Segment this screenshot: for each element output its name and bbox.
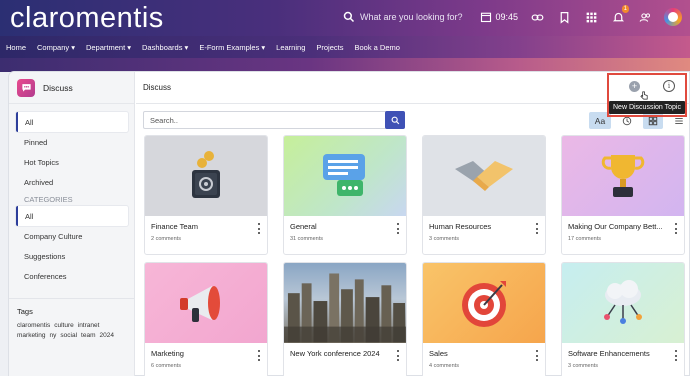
topic-title[interactable]: General xyxy=(290,222,317,231)
topic-card[interactable]: New York conference 2024 xyxy=(283,262,407,376)
global-search[interactable]: What are you looking for? xyxy=(343,11,463,23)
topic-card[interactable]: General 31 comments xyxy=(283,135,407,255)
topic-card[interactable]: Sales 4 comments xyxy=(422,262,546,376)
more-options-icon[interactable] xyxy=(395,350,401,361)
topic-title[interactable]: Finance Team xyxy=(151,222,198,231)
tag-link[interactable]: team xyxy=(81,332,95,339)
bookmark-icon[interactable] xyxy=(556,9,572,25)
sidebar-list: All Pinned Hot Topics Archived CATEGORIE… xyxy=(9,104,134,286)
highlight-box xyxy=(607,73,687,117)
comment-count: 6 comments xyxy=(151,363,181,369)
search-icon xyxy=(391,116,399,124)
topic-search-input[interactable]: Search.. xyxy=(143,111,391,129)
clock[interactable]: 09:45 xyxy=(480,11,518,23)
topic-grid: Finance Team 2 comments General 31 comme… xyxy=(144,135,685,376)
topic-card[interactable]: Software Enhancements 3 comments xyxy=(561,262,685,376)
topic-title[interactable]: Making Our Company Bett... xyxy=(568,222,663,231)
tag-link[interactable]: culture xyxy=(54,322,74,329)
city-skyline-photo xyxy=(284,263,406,343)
tags-section: Tags claromentis culture intranet market… xyxy=(9,298,135,347)
nav-book-demo[interactable]: Book a Demo xyxy=(354,43,399,52)
more-options-icon[interactable] xyxy=(256,223,262,234)
tag-link[interactable]: 2024 xyxy=(100,332,114,339)
calendar-icon xyxy=(481,12,492,23)
cloud-network-icon xyxy=(562,263,684,343)
more-options-icon[interactable] xyxy=(256,350,262,361)
topic-card[interactable]: Making Our Company Bett... 17 comments xyxy=(561,135,685,255)
logo[interactable]: claromentis xyxy=(10,2,164,34)
nav-learning[interactable]: Learning xyxy=(276,43,305,52)
tag-link[interactable]: ny xyxy=(50,332,57,339)
people-icon[interactable] xyxy=(637,9,653,25)
tag-link[interactable]: marketing xyxy=(17,332,46,339)
megaphone-icon xyxy=(145,263,267,343)
comment-count: 3 comments xyxy=(568,363,598,369)
comment-count: 2 comments xyxy=(151,236,181,242)
nav-department[interactable]: Department ▾ xyxy=(86,43,131,52)
chat-bubbles-icon xyxy=(284,136,406,216)
header-actions: 09:45 1 xyxy=(480,5,682,26)
category-all[interactable]: All xyxy=(16,206,128,226)
topic-title[interactable]: Software Enhancements xyxy=(568,349,650,358)
topic-card[interactable]: Finance Team 2 comments xyxy=(144,135,268,255)
category-suggestions[interactable]: Suggestions xyxy=(16,246,128,266)
sidebar-item-all[interactable]: All xyxy=(16,112,128,132)
more-options-icon[interactable] xyxy=(395,223,401,234)
category-company-culture[interactable]: Company Culture xyxy=(16,226,128,246)
target-icon xyxy=(423,263,545,343)
sidebar: Discuss All Pinned Hot Topics Archived C… xyxy=(9,72,135,376)
sidebar-item-archived[interactable]: Archived xyxy=(16,172,128,192)
more-options-icon[interactable] xyxy=(673,223,679,234)
category-conferences[interactable]: Conferences xyxy=(16,266,128,286)
topic-title[interactable]: Marketing xyxy=(151,349,184,358)
sidebar-header: Discuss xyxy=(9,72,134,104)
comment-count: 31 comments xyxy=(290,236,324,242)
tags-title: Tags xyxy=(17,307,33,316)
comment-count: 3 comments xyxy=(429,236,459,242)
comment-count: 4 comments xyxy=(429,363,459,369)
more-options-icon[interactable] xyxy=(534,223,540,234)
categories-label: CATEGORIES xyxy=(24,194,73,204)
handshake-icon xyxy=(423,136,545,216)
tag-link[interactable]: intranet xyxy=(78,322,100,329)
search-button[interactable] xyxy=(385,111,405,129)
topic-title[interactable]: New York conference 2024 xyxy=(290,349,380,358)
discuss-app-icon xyxy=(17,78,35,97)
tag-link[interactable]: social xyxy=(60,332,77,339)
nav-company[interactable]: Company ▾ xyxy=(37,43,75,52)
topic-card[interactable]: Marketing 6 comments xyxy=(144,262,268,376)
nav-eform-examples[interactable]: E-Form Examples ▾ xyxy=(199,43,265,52)
safe-icon xyxy=(145,136,267,216)
nav-home[interactable]: Home xyxy=(6,43,26,52)
tag-link[interactable]: claromentis xyxy=(17,322,50,329)
page-title: Discuss xyxy=(143,83,172,92)
sidebar-app-title: Discuss xyxy=(43,82,73,93)
sidebar-item-hot-topics[interactable]: Hot Topics xyxy=(16,152,128,172)
more-options-icon[interactable] xyxy=(534,350,540,361)
topic-search-placeholder: Search.. xyxy=(150,115,178,125)
discuss-panel: Discuss All Pinned Hot Topics Archived C… xyxy=(8,71,690,376)
topic-title[interactable]: Sales xyxy=(429,349,448,358)
main-nav: Home Company ▾ Department ▾ Dashboards ▾… xyxy=(0,36,690,58)
top-header: claromentis What are you looking for? 09… xyxy=(0,0,690,36)
bell-icon[interactable]: 1 xyxy=(610,5,629,25)
topic-title[interactable]: Human Resources xyxy=(429,222,491,231)
apps-grid-icon[interactable] xyxy=(583,9,599,25)
notification-badge: 1 xyxy=(621,5,629,13)
more-options-icon[interactable] xyxy=(673,350,679,361)
global-search-placeholder: What are you looking for? xyxy=(360,12,463,22)
clock-time: 09:45 xyxy=(495,12,518,22)
main-content: Discuss Search.. Aa Finance Team 2 comme… xyxy=(136,72,690,376)
trophy-icon xyxy=(562,136,684,216)
tag-cloud: claromentis culture intranet marketing n… xyxy=(17,322,127,339)
sidebar-item-pinned[interactable]: Pinned xyxy=(16,132,128,152)
comment-count: 17 comments xyxy=(568,236,602,242)
link-icon[interactable] xyxy=(529,9,545,25)
nav-dashboards[interactable]: Dashboards ▾ xyxy=(142,43,188,52)
nav-projects[interactable]: Projects xyxy=(316,43,343,52)
search-icon xyxy=(343,11,355,23)
user-avatar[interactable] xyxy=(664,8,682,26)
banner-band xyxy=(0,58,690,72)
topic-card[interactable]: Human Resources 3 comments xyxy=(422,135,546,255)
